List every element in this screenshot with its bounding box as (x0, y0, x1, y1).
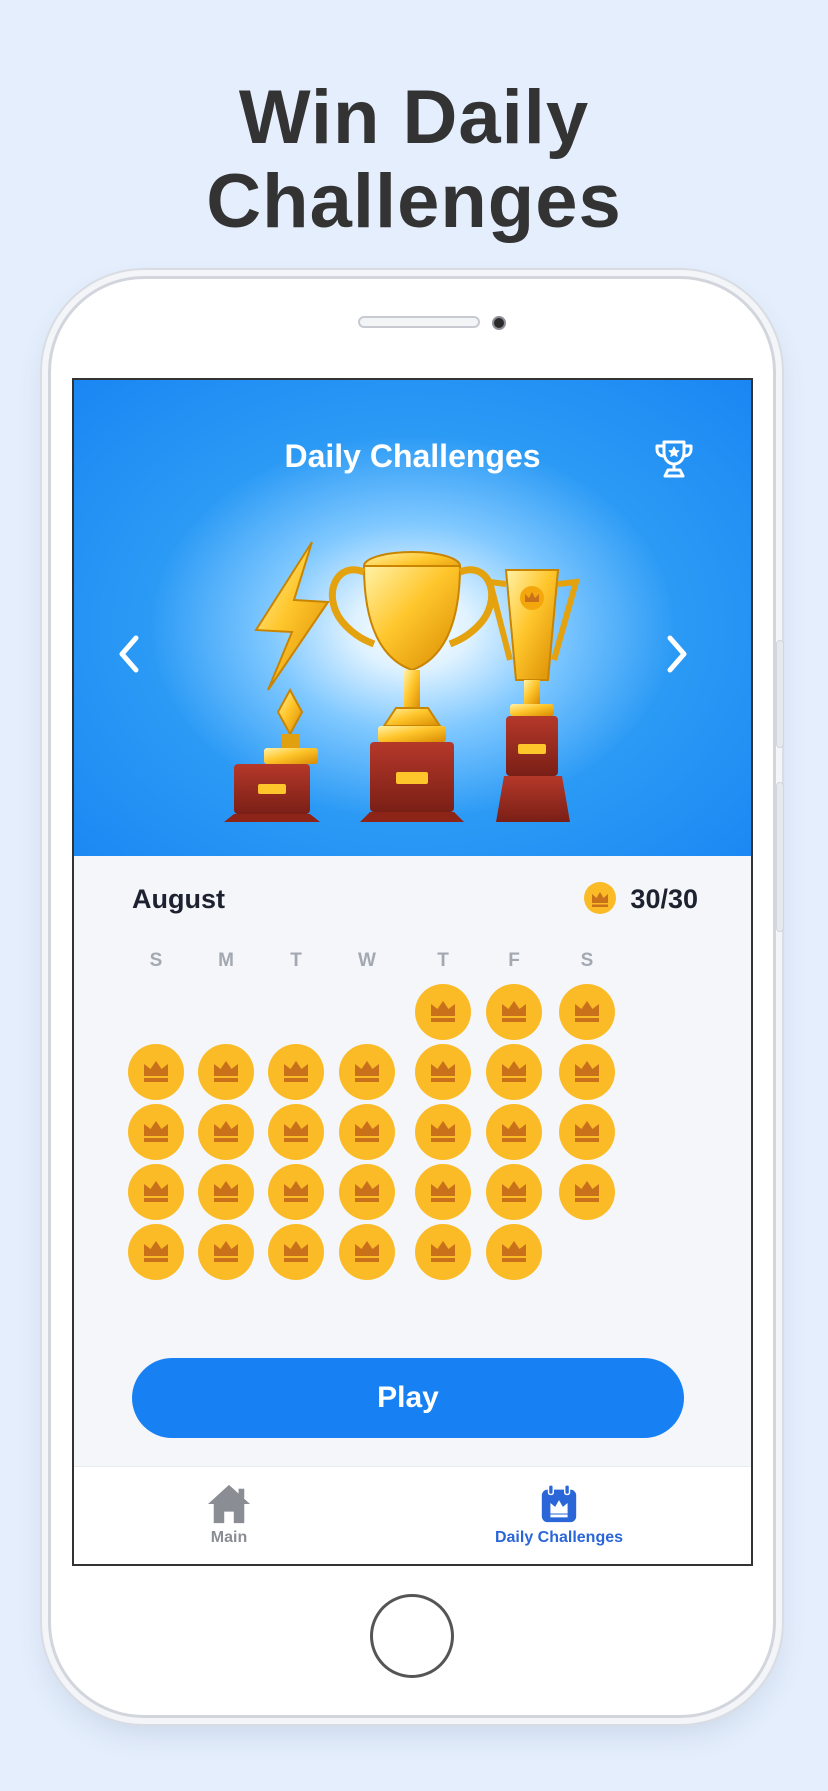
day-completed-coin[interactable] (198, 1164, 254, 1220)
crown-icon (355, 1241, 379, 1262)
crown-icon (284, 1241, 308, 1262)
day-completed-coin[interactable] (339, 1104, 395, 1160)
phone-side-button (776, 782, 784, 932)
home-icon (208, 1484, 250, 1524)
crown-icon (575, 1181, 599, 1202)
trophies-illustration (224, 541, 581, 822)
day-completed-coin[interactable] (486, 1104, 542, 1160)
day-completed-coin[interactable] (486, 1044, 542, 1100)
day-completed-coin[interactable] (486, 1224, 542, 1280)
crown-icon (214, 1121, 238, 1142)
crown-icon (431, 1061, 455, 1082)
crown-icon (431, 1241, 455, 1262)
crown-icon (355, 1181, 379, 1202)
trophy-icon[interactable] (650, 434, 698, 482)
headline-line-1: Win Daily (238, 75, 590, 160)
day-completed-coin[interactable] (268, 1224, 324, 1280)
crown-icon (144, 1121, 168, 1142)
tab-main-label: Main (210, 1529, 248, 1546)
weekday-label: W (358, 950, 376, 971)
day-completed-coin[interactable] (268, 1044, 324, 1100)
day-completed-coin[interactable] (339, 1044, 395, 1100)
day-completed-coin[interactable] (339, 1224, 395, 1280)
lightning-trophy (224, 541, 330, 822)
crown-icon (502, 1061, 526, 1082)
headline-line-2: Challenges (206, 159, 622, 244)
crown-icon (502, 1121, 526, 1142)
crown-icon (575, 1001, 599, 1022)
tab-bar: Main Daily Challenges (74, 1466, 751, 1564)
crown-icon (214, 1241, 238, 1262)
day-completed-coin[interactable] (486, 1164, 542, 1220)
app-screen: Daily Challenges August 30/30 S M T W T … (72, 378, 753, 1566)
cup-trophy (328, 551, 496, 822)
calendar-crown-icon (541, 1484, 577, 1523)
day-completed-coin[interactable] (128, 1164, 184, 1220)
weekday-label: T (437, 950, 449, 971)
crown-icon (575, 1061, 599, 1082)
crown-icon (431, 1181, 455, 1202)
day-completed-coin[interactable] (128, 1224, 184, 1280)
phone-home-button[interactable] (370, 1594, 454, 1678)
tab-daily-challenges[interactable]: Daily Challenges (474, 1483, 644, 1547)
crown-icon (284, 1061, 308, 1082)
crown-icon (284, 1181, 308, 1202)
weekday-label: M (218, 950, 234, 971)
crown-icon (502, 1001, 526, 1022)
crown-icon (284, 1121, 308, 1142)
day-completed-coin[interactable] (268, 1104, 324, 1160)
tab-daily-label: Daily Challenges (494, 1529, 624, 1546)
day-completed-coin[interactable] (415, 1164, 471, 1220)
weekday-label: S (580, 950, 594, 971)
weekday-label: T (290, 950, 302, 971)
crown-icon (431, 1121, 455, 1142)
chevron-right-icon[interactable] (662, 630, 692, 678)
day-completed-coin[interactable] (559, 1164, 615, 1220)
day-completed-coin[interactable] (415, 1104, 471, 1160)
day-completed-coin[interactable] (198, 1224, 254, 1280)
crown-icon (355, 1061, 379, 1082)
crown-icon (144, 1241, 168, 1262)
day-completed-coin[interactable] (198, 1104, 254, 1160)
crown-icon (214, 1061, 238, 1082)
crown-icon (431, 1001, 455, 1022)
phone-side-button (776, 640, 784, 748)
headline: Win Daily Challenges (0, 76, 828, 244)
day-completed-coin[interactable] (415, 1044, 471, 1100)
crown-icon (502, 1181, 526, 1202)
crown-icon (144, 1181, 168, 1202)
day-completed-coin[interactable] (339, 1164, 395, 1220)
score-counter: 30/30 (630, 884, 698, 914)
phone-speaker (358, 316, 480, 328)
day-completed-coin[interactable] (559, 984, 615, 1040)
weekday-label: S (149, 950, 163, 971)
day-completed-coin[interactable] (128, 1044, 184, 1100)
challenge-banner: Daily Challenges (74, 380, 751, 856)
day-completed-coin[interactable] (415, 984, 471, 1040)
play-button[interactable]: Play (132, 1358, 684, 1438)
crown-icon (355, 1121, 379, 1142)
month-header: August 30/30 (132, 880, 698, 920)
day-completed-coin[interactable] (415, 1224, 471, 1280)
weekday-label: F (508, 950, 520, 971)
crown-icon (214, 1181, 238, 1202)
day-completed-coin[interactable] (268, 1164, 324, 1220)
crown-icon (575, 1121, 599, 1142)
day-completed-coin[interactable] (559, 1104, 615, 1160)
phone-camera (492, 316, 506, 330)
chevron-left-icon[interactable] (114, 630, 144, 678)
tab-main[interactable]: Main (174, 1483, 284, 1547)
crown-icon (502, 1241, 526, 1262)
day-completed-coin[interactable] (559, 1044, 615, 1100)
crown-coin-icon (584, 882, 616, 914)
day-completed-coin[interactable] (198, 1044, 254, 1100)
crown-trophy (485, 569, 581, 822)
day-completed-coin[interactable] (486, 984, 542, 1040)
crown-icon (144, 1061, 168, 1082)
month-label: August (132, 884, 225, 914)
day-completed-coin[interactable] (128, 1104, 184, 1160)
